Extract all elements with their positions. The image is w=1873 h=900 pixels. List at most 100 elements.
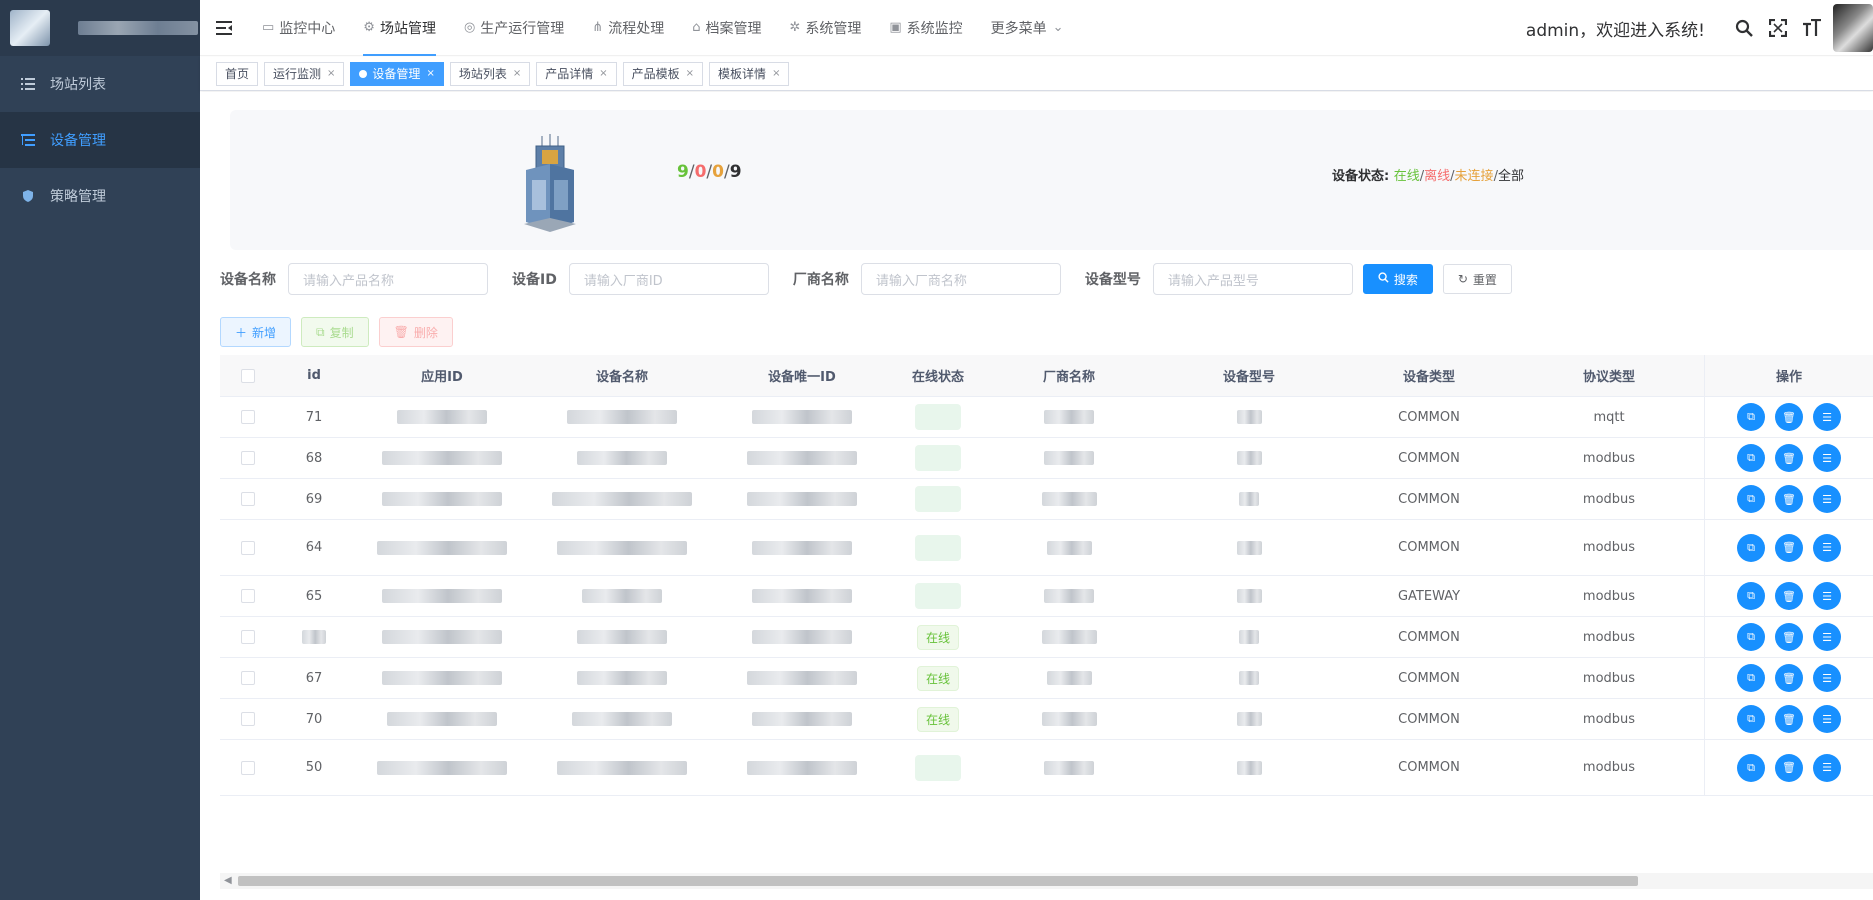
- table-row[interactable]: 71 COMMON mqtt ⧉ 🗑 ☰: [220, 397, 1873, 438]
- delete-row-button[interactable]: 🗑: [1775, 485, 1803, 513]
- select-all-checkbox[interactable]: [241, 368, 255, 383]
- row-checkbox[interactable]: [241, 540, 255, 555]
- column-header[interactable]: 应用ID: [352, 366, 532, 385]
- close-icon[interactable]: ×: [599, 63, 607, 85]
- close-icon[interactable]: ×: [327, 63, 335, 85]
- settings-row-button[interactable]: ☰: [1813, 444, 1841, 472]
- table-row[interactable]: 50 COMMON modbus ⧉ 🗑 ☰: [220, 740, 1873, 796]
- search-button[interactable]: 搜索: [1362, 264, 1433, 294]
- column-header[interactable]: 设备唯一ID: [712, 366, 892, 385]
- row-checkbox[interactable]: [241, 630, 255, 644]
- table-row[interactable]: 在线 COMMON modbus ⧉ 🗑 ☰: [220, 617, 1873, 658]
- settings-row-button[interactable]: ☰: [1813, 705, 1841, 733]
- column-header[interactable]: 设备型号: [1154, 366, 1344, 385]
- copy-row-button[interactable]: ⧉: [1737, 753, 1765, 782]
- topnav-system-monitor[interactable]: ▣ 系统监控: [875, 0, 976, 56]
- row-checkbox[interactable]: [241, 671, 255, 685]
- tag-device-management[interactable]: 设备管理 ×: [350, 61, 444, 86]
- cell-device-model: [1154, 451, 1344, 465]
- hamburger-toggle-icon[interactable]: [200, 20, 248, 35]
- tag-home[interactable]: 首页: [216, 61, 259, 86]
- topnav-station-management[interactable]: ⚙ 场站管理: [349, 0, 450, 56]
- row-checkbox[interactable]: [241, 451, 255, 465]
- settings-row-button[interactable]: ☰: [1813, 403, 1841, 431]
- column-header[interactable]: 协议类型: [1514, 366, 1704, 385]
- device-model-input[interactable]: 请输入产品型号: [1152, 263, 1353, 295]
- column-header[interactable]: 设备名称: [532, 366, 712, 385]
- close-icon[interactable]: ×: [772, 63, 780, 85]
- table-row[interactable]: 70 在线 COMMON modbus ⧉ 🗑 ☰: [220, 699, 1873, 740]
- row-checkbox[interactable]: [241, 589, 255, 603]
- column-header[interactable]: 厂商名称: [984, 366, 1154, 385]
- copy-row-button[interactable]: ⧉: [1737, 582, 1765, 610]
- scrollbar-thumb[interactable]: [238, 876, 1638, 886]
- delete-row-button[interactable]: 🗑: [1775, 444, 1803, 472]
- tag-station-list[interactable]: 场站列表 ×: [449, 61, 531, 86]
- scroll-left-icon[interactable]: ◀: [224, 875, 232, 886]
- close-icon[interactable]: ×: [686, 63, 694, 85]
- delete-row-button[interactable]: 🗑: [1775, 533, 1803, 562]
- copy-row-button[interactable]: ⧉: [1737, 485, 1765, 513]
- copy-row-button[interactable]: ⧉: [1737, 664, 1765, 692]
- table-row[interactable]: 68 COMMON modbus ⧉ 🗑 ☰: [220, 438, 1873, 479]
- add-button[interactable]: ＋ 新增: [220, 317, 292, 347]
- table-row[interactable]: 64 COMMON modbus ⧉ 🗑 ☰: [220, 520, 1873, 576]
- cell-device-type: COMMON: [1344, 540, 1514, 555]
- column-header[interactable]: 在线状态: [892, 366, 984, 385]
- settings-row-button[interactable]: ☰: [1813, 485, 1841, 513]
- row-checkbox[interactable]: [241, 712, 255, 726]
- device-id-input[interactable]: 请输入厂商ID: [568, 263, 769, 295]
- settings-row-button[interactable]: ☰: [1813, 582, 1841, 610]
- settings-row-button[interactable]: ☰: [1813, 533, 1841, 562]
- delete-row-button[interactable]: 🗑: [1775, 403, 1803, 431]
- horizontal-scrollbar[interactable]: ◀: [220, 873, 1873, 889]
- close-icon[interactable]: ×: [513, 63, 521, 85]
- tag-product-detail[interactable]: 产品详情 ×: [536, 61, 617, 86]
- delete-row-button[interactable]: 🗑: [1775, 753, 1803, 782]
- logo-area[interactable]: [0, 0, 200, 56]
- sidebar-item-device-management[interactable]: 设备管理: [0, 112, 200, 168]
- device-name-input[interactable]: 请输入产品名称: [288, 263, 488, 295]
- vendor-name-input[interactable]: 请输入厂商名称: [860, 263, 1061, 295]
- column-header[interactable]: id: [276, 368, 352, 383]
- font-size-icon[interactable]: [1795, 19, 1829, 37]
- delete-row-button[interactable]: 🗑: [1775, 623, 1803, 651]
- topnav-monitor-center[interactable]: ▭ 监控中心: [248, 0, 349, 56]
- copy-button[interactable]: ⧉ 复制: [301, 317, 369, 347]
- search-icon[interactable]: [1727, 19, 1761, 37]
- sidebar-item-strategy-management[interactable]: 策略管理: [0, 168, 200, 224]
- settings-row-button[interactable]: ☰: [1813, 623, 1841, 651]
- topnav-more-menu[interactable]: 更多菜单 ⌄: [977, 0, 1078, 56]
- table-row[interactable]: 65 GATEWAY modbus ⧉ 🗑 ☰: [220, 576, 1873, 617]
- copy-row-button[interactable]: ⧉: [1737, 403, 1765, 431]
- settings-row-button[interactable]: ☰: [1813, 664, 1841, 692]
- copy-row-button[interactable]: ⧉: [1737, 705, 1765, 733]
- topnav-production-operation[interactable]: ◎ 生产运行管理: [450, 0, 578, 56]
- column-header[interactable]: 设备类型: [1344, 366, 1514, 385]
- fullscreen-icon[interactable]: [1761, 19, 1795, 37]
- topnav-process-handling[interactable]: ⋔ 流程处理: [578, 0, 678, 56]
- row-checkbox[interactable]: [241, 492, 255, 506]
- reset-button[interactable]: ↻ 重置: [1442, 264, 1512, 294]
- sidebar-item-station-list[interactable]: 场站列表: [0, 56, 200, 112]
- tag-product-template[interactable]: 产品模板 ×: [622, 61, 704, 86]
- tag-run-monitoring[interactable]: 运行监测 ×: [264, 61, 345, 86]
- row-checkbox[interactable]: [241, 760, 255, 775]
- topnav-system-management[interactable]: ✲ 系统管理: [775, 0, 875, 56]
- tag-label: 产品模板: [631, 66, 680, 81]
- copy-row-button[interactable]: ⧉: [1737, 623, 1765, 651]
- table-row[interactable]: 67 在线 COMMON modbus ⧉ 🗑 ☰: [220, 658, 1873, 699]
- row-checkbox[interactable]: [241, 410, 255, 424]
- close-icon[interactable]: ×: [426, 63, 434, 85]
- tag-template-detail[interactable]: 模板详情 ×: [709, 61, 790, 86]
- table-row[interactable]: 69 COMMON modbus ⧉ 🗑 ☰: [220, 479, 1873, 520]
- copy-row-button[interactable]: ⧉: [1737, 533, 1765, 562]
- copy-row-button[interactable]: ⧉: [1737, 444, 1765, 472]
- delete-button[interactable]: 🗑 删除: [378, 317, 453, 347]
- settings-row-button[interactable]: ☰: [1813, 753, 1841, 782]
- delete-row-button[interactable]: 🗑: [1775, 582, 1803, 610]
- delete-row-button[interactable]: 🗑: [1775, 705, 1803, 733]
- avatar[interactable]: [1833, 4, 1873, 52]
- delete-row-button[interactable]: 🗑: [1775, 664, 1803, 692]
- topnav-archive-management[interactable]: ⌂ 档案管理: [678, 0, 775, 56]
